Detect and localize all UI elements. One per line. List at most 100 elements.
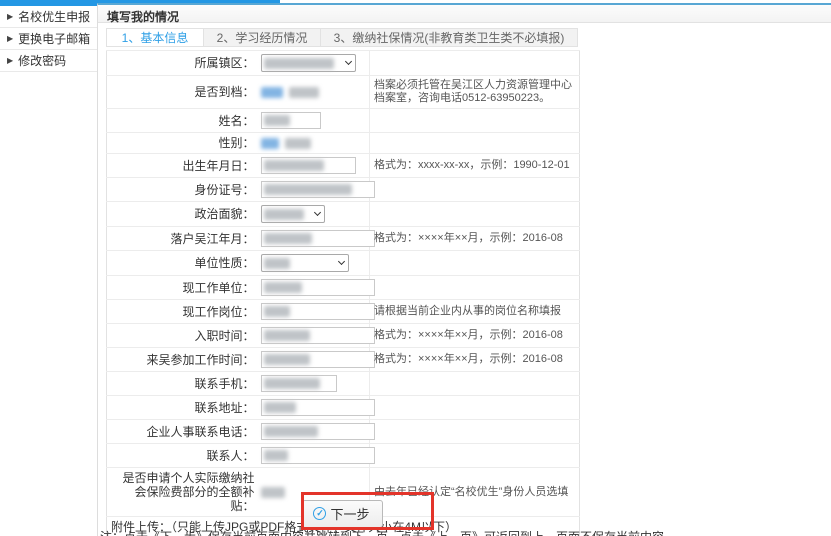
arrow-right-icon: ▶ (7, 35, 13, 43)
tab-2[interactable]: 2、学习经历情况 (203, 28, 321, 47)
field-hint (370, 202, 580, 227)
field-hint: 格式为：xxxx-xx-xx，示例：1990-12-01 (370, 154, 580, 178)
redacted-value (264, 258, 290, 269)
table-row: 企业人事联系电话： (107, 420, 580, 444)
field-control-cell (257, 154, 370, 178)
sidebar-item-2[interactable]: ▶ 更换电子邮箱 (0, 28, 97, 50)
table-row: 出生年月日：格式为：xxxx-xx-xx，示例：1990-12-01 (107, 154, 580, 178)
contact-person-input[interactable] (261, 447, 375, 464)
field-control-cell (257, 109, 370, 133)
table-row: 单位性质： (107, 251, 580, 276)
field-label: 是否到档： (107, 76, 257, 109)
hire-date-input[interactable] (261, 327, 375, 344)
table-row: 政治面貌： (107, 202, 580, 227)
field-control-cell (257, 202, 370, 227)
id-number-input[interactable] (261, 181, 375, 198)
field-label: 政治面貌： (107, 202, 257, 227)
field-label: 姓名： (107, 109, 257, 133)
field-hint (370, 133, 580, 154)
field-control-cell (257, 300, 370, 324)
archive-status (261, 85, 319, 99)
table-row: 现工作单位： (107, 276, 580, 300)
tab-bar: 1、基本信息2、学习经历情况3、缴纳社保情况(非教育类卫生类不必填报) (106, 28, 579, 47)
redacted-value (264, 378, 320, 389)
redacted-value (264, 402, 296, 413)
footer-note: 注：点击《下一步》保存当前页面内容并跳转到下一页，点击《上一页》可返回到上一页面… (100, 528, 580, 536)
field-control-cell (257, 76, 370, 109)
township-select[interactable] (261, 54, 356, 72)
next-step-button[interactable]: ✓ 下一步 (302, 500, 382, 528)
tab-3[interactable]: 3、缴纳社保情况(非教育类卫生类不必填报) (320, 28, 578, 47)
redacted-value (285, 138, 311, 149)
field-label: 入职时间： (107, 324, 257, 348)
table-row: 联系人： (107, 444, 580, 468)
check-circle-icon: ✓ (313, 507, 326, 520)
social-insurance-subsidy (261, 485, 285, 499)
redacted-value (264, 306, 290, 317)
field-control-cell (257, 251, 370, 276)
field-label: 来吴参加工作时间： (107, 348, 257, 372)
field-control-cell (257, 276, 370, 300)
field-control-cell (257, 51, 370, 76)
chevron-down-icon (313, 209, 320, 216)
redacted-value (264, 58, 334, 69)
chevron-down-icon (337, 258, 344, 265)
employer-type-select[interactable] (261, 254, 349, 272)
field-hint (370, 396, 580, 420)
wu-work-start-date-input[interactable] (261, 351, 375, 368)
table-row: 姓名： (107, 109, 580, 133)
table-row: 性别： (107, 133, 580, 154)
redacted-value (264, 233, 312, 244)
page-title: 填写我的情况 (98, 5, 831, 23)
sidebar-item-label: 更换电子邮箱 (18, 30, 90, 47)
next-step-label: 下一步 (330, 504, 369, 523)
table-row: 所属镇区： (107, 51, 580, 76)
redacted-value (264, 330, 310, 341)
political-status-select[interactable] (261, 205, 325, 223)
field-control-cell (257, 396, 370, 420)
settle-wujiang-date-input[interactable] (261, 230, 375, 247)
sidebar-item-3[interactable]: ▶修改密码 (0, 50, 97, 72)
current-position-input[interactable] (261, 303, 375, 320)
field-hint (370, 420, 580, 444)
field-hint (370, 178, 580, 202)
redacted-value (264, 450, 288, 461)
mobile-input[interactable] (261, 375, 337, 392)
redacted-value (264, 209, 304, 220)
field-hint (370, 109, 580, 133)
name-input[interactable] (261, 112, 321, 129)
redacted-value (264, 426, 318, 437)
redacted-value (264, 282, 302, 293)
hr-phone-input[interactable] (261, 423, 375, 440)
sidebar-item-label: 修改密码 (18, 52, 66, 69)
redacted-value (264, 115, 290, 126)
table-row: 联系手机： (107, 372, 580, 396)
field-label: 企业人事联系电话： (107, 420, 257, 444)
field-label: 联系人： (107, 444, 257, 468)
next-button-area: ✓ 下一步 (106, 500, 579, 528)
field-control-cell (257, 133, 370, 154)
field-hint: 档案必须托管在吴江区人力资源管理中心档案室，咨询电话0512-63950223。 (370, 76, 580, 109)
field-hint: 请根据当前企业内从事的岗位名称填报 (370, 300, 580, 324)
field-hint (370, 51, 580, 76)
field-hint: 格式为：××××年××月，示例：2016-08 (370, 348, 580, 372)
contact-address-input[interactable] (261, 399, 375, 416)
sidebar: ▶名校优生申报 ▶ 更换电子邮箱 ▶修改密码 (0, 6, 97, 536)
tab-1[interactable]: 1、基本信息 (106, 28, 204, 47)
table-row: 是否到档： 档案必须托管在吴江区人力资源管理中心档案室，咨询电话0512-6395… (107, 76, 580, 109)
table-row: 落户吴江年月：格式为：××××年××月，示例：2016-08 (107, 227, 580, 251)
sidebar-item-1[interactable]: ▶名校优生申报 (0, 6, 97, 28)
field-control-cell (257, 178, 370, 202)
birthdate-input[interactable] (261, 157, 356, 174)
field-control-cell (257, 420, 370, 444)
field-hint: 格式为：××××年××月，示例：2016-08 (370, 324, 580, 348)
table-row: 入职时间： 格式为：××××年××月，示例：2016-08 (107, 324, 580, 348)
redacted-value (261, 87, 283, 98)
field-control-cell (257, 227, 370, 251)
current-employer-input[interactable] (261, 279, 375, 296)
field-label: 联系手机： (107, 372, 257, 396)
redacted-value (261, 487, 285, 498)
table-row: 来吴参加工作时间： 格式为：××××年××月，示例：2016-08 (107, 348, 580, 372)
form-table: 所属镇区：是否到档： 档案必须托管在吴江区人力资源管理中心档案室，咨询电话0512… (106, 50, 580, 536)
table-row: 联系地址： (107, 396, 580, 420)
